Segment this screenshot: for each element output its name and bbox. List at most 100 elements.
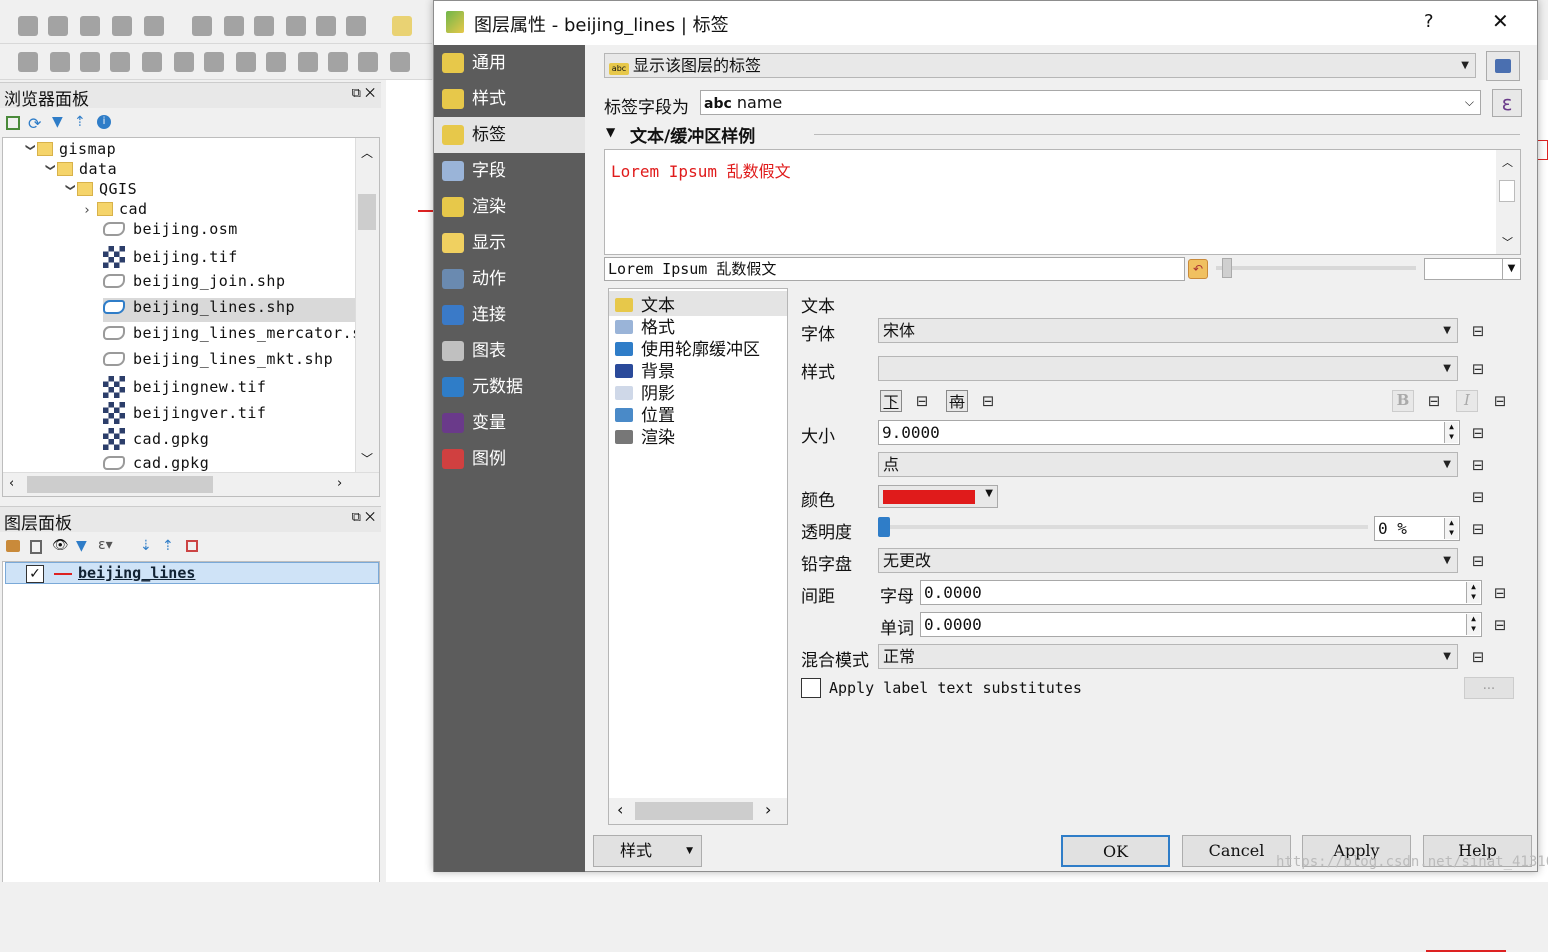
rules-settings-button[interactable]: [1486, 51, 1520, 81]
sidebar-item-11[interactable]: 图例: [434, 441, 585, 477]
copy-icon[interactable]: [316, 16, 336, 36]
substitutes-edit-button[interactable]: ...: [1464, 677, 1514, 699]
browser-item-beijing-lines-mercator-sh[interactable]: beijing_lines_mercator.sh: [103, 324, 371, 342]
preview-background-color[interactable]: ▼: [1424, 258, 1521, 280]
magnet-icon[interactable]: [50, 52, 70, 72]
data-defined-override-icon[interactable]: ⊟: [1466, 423, 1490, 443]
scroll-thumb[interactable]: [1499, 180, 1515, 202]
slider-handle[interactable]: [878, 517, 890, 537]
hscroll-thumb[interactable]: [635, 802, 753, 820]
refresh-icon[interactable]: ⟳: [28, 114, 41, 133]
scroll-right-icon[interactable]: ›: [337, 476, 342, 491]
data-defined-override-icon[interactable]: ⊟: [910, 391, 934, 411]
browser-item-gismap[interactable]: ❯ gismap: [23, 140, 116, 158]
data-defined-override-icon[interactable]: ⊟: [1488, 391, 1512, 411]
scroll-up-icon[interactable]: ︿: [361, 144, 373, 161]
list-hscrollbar[interactable]: ‹ ›: [609, 798, 787, 824]
collapse-triangle-icon[interactable]: ▼: [606, 125, 615, 139]
blend-mode-combo[interactable]: 正常 ▼: [878, 644, 1458, 669]
ok-button[interactable]: OK: [1061, 835, 1170, 867]
browser-item-cad-gpkg[interactable]: cad.gpkg: [103, 454, 209, 472]
browser-item-qgis[interactable]: ❯ QGIS: [63, 180, 137, 198]
delete-part-icon[interactable]: [298, 52, 318, 72]
add-polygon-icon[interactable]: [144, 16, 164, 36]
browser-item-beijing-tif[interactable]: beijing.tif: [103, 246, 238, 268]
spin-arrows-icon[interactable]: ▲ ▼: [1444, 518, 1458, 539]
expand-all-icon[interactable]: ⇣: [140, 538, 152, 554]
delete-ring-icon[interactable]: [266, 52, 286, 72]
sidebar-item-0[interactable]: 通用: [434, 45, 585, 81]
browser-item-beijingver-tif[interactable]: beijingver.tif: [103, 402, 266, 424]
scroll-left-icon[interactable]: ‹: [9, 476, 14, 491]
sidebar-item-10[interactable]: 变量: [434, 405, 585, 441]
browser-item-beijing-lines-shp[interactable]: beijing_lines.shp: [103, 298, 355, 322]
panel-float-close-icon[interactable]: ⧉ ✕: [352, 510, 375, 525]
case-combo[interactable]: 无更改 ▼: [878, 548, 1458, 573]
expression-button[interactable]: ε: [1492, 89, 1522, 117]
preview-scale-slider[interactable]: [1216, 258, 1416, 278]
data-defined-override-icon[interactable]: ⊟: [1466, 321, 1490, 341]
letter-spacing-spinbox[interactable]: 0.0000 ▲ ▼: [920, 580, 1482, 605]
sample-text-input[interactable]: Lorem Ipsum 乱数假文: [604, 257, 1185, 281]
label-mode-combo[interactable]: abc 显示该图层的标签 ▼: [604, 53, 1476, 78]
sidebar-item-6[interactable]: 动作: [434, 261, 585, 297]
reset-preview-icon[interactable]: ↶: [1188, 259, 1208, 279]
scroll-down-icon[interactable]: ﹀: [1502, 234, 1513, 250]
sidebar-item-4[interactable]: 渲染: [434, 189, 585, 225]
size-unit-combo[interactable]: 点 ▼: [878, 452, 1458, 477]
edit-icon[interactable]: [48, 16, 68, 36]
sidebar-item-7[interactable]: 连接: [434, 297, 585, 333]
style-menu-button[interactable]: 样式 ▼: [593, 835, 702, 867]
underline-button[interactable]: 下: [880, 390, 902, 412]
hscroll-thumb[interactable]: [27, 476, 213, 493]
help-title-button[interactable]: ?: [1424, 11, 1434, 32]
spin-arrows-icon[interactable]: ▲ ▼: [1466, 614, 1480, 635]
chevron-down-icon[interactable]: ❯: [43, 164, 58, 178]
data-defined-override-icon[interactable]: ⊟: [1466, 455, 1490, 475]
browser-item-beijingnew-tif[interactable]: beijingnew.tif: [103, 376, 266, 398]
pencil-icon[interactable]: [18, 16, 38, 36]
scroll-thumb[interactable]: [358, 194, 376, 230]
sidebar-item-2[interactable]: 标签: [434, 117, 585, 153]
sidebar-item-3[interactable]: 字段: [434, 153, 585, 189]
scroll-up-icon[interactable]: ︿: [1502, 154, 1513, 170]
data-defined-override-icon[interactable]: ⊟: [1466, 647, 1490, 667]
add-group-icon[interactable]: [30, 540, 42, 554]
subtab-6[interactable]: 渲染: [615, 423, 675, 448]
browser-hscrollbar[interactable]: ‹ ›: [3, 472, 379, 496]
browser-item-cad[interactable]: › cad: [83, 200, 148, 218]
slider-handle[interactable]: [1222, 258, 1232, 278]
add-selected-icon[interactable]: [6, 116, 20, 130]
scroll-left-icon[interactable]: ‹: [617, 800, 623, 819]
sidebar-item-9[interactable]: 元数据: [434, 369, 585, 405]
data-defined-override-icon[interactable]: ⊟: [1422, 391, 1446, 411]
scroll-right-icon[interactable]: ›: [765, 800, 771, 819]
remove-layer-icon[interactable]: [186, 540, 198, 552]
add-feature-icon[interactable]: [112, 16, 132, 36]
save-edits-icon[interactable]: [80, 16, 100, 36]
visibility-eye-icon[interactable]: 👁: [52, 538, 69, 553]
font-combo[interactable]: 宋体 ▼: [878, 318, 1458, 343]
strikeout-button[interactable]: 南: [946, 390, 968, 412]
info-icon[interactable]: i: [97, 115, 111, 129]
browser-item-data[interactable]: ❯ data: [43, 160, 117, 178]
data-defined-override-icon[interactable]: ⊟: [1466, 359, 1490, 379]
expression-filter-icon[interactable]: ε▾: [98, 537, 113, 553]
font-style-combo[interactable]: ▼: [878, 356, 1458, 381]
filter-icon[interactable]: ▼: [52, 114, 63, 130]
data-defined-override-icon[interactable]: ⊟: [1488, 583, 1512, 603]
split-icon[interactable]: [390, 52, 410, 72]
spin-arrows-icon[interactable]: ▲ ▼: [1444, 422, 1458, 443]
browser-item-beijing-lines-mkt-shp[interactable]: beijing_lines_mkt.shp: [103, 350, 333, 368]
digitize-icon[interactable]: [18, 52, 38, 72]
data-defined-override-icon[interactable]: ⊟: [976, 391, 1000, 411]
word-spacing-spinbox[interactable]: 0.0000 ▲ ▼: [920, 612, 1482, 637]
data-defined-override-icon[interactable]: ⊟: [1466, 487, 1490, 507]
layer-checkbox[interactable]: ✓: [26, 565, 44, 583]
italic-button[interactable]: I: [1456, 390, 1478, 412]
chevron-right-icon[interactable]: ›: [83, 203, 97, 218]
filter-icon[interactable]: ▼: [76, 538, 87, 554]
browser-vscrollbar[interactable]: ︿ ﹀: [355, 138, 379, 472]
paste-icon[interactable]: [346, 16, 366, 36]
substitutes-checkbox[interactable]: [801, 678, 821, 698]
